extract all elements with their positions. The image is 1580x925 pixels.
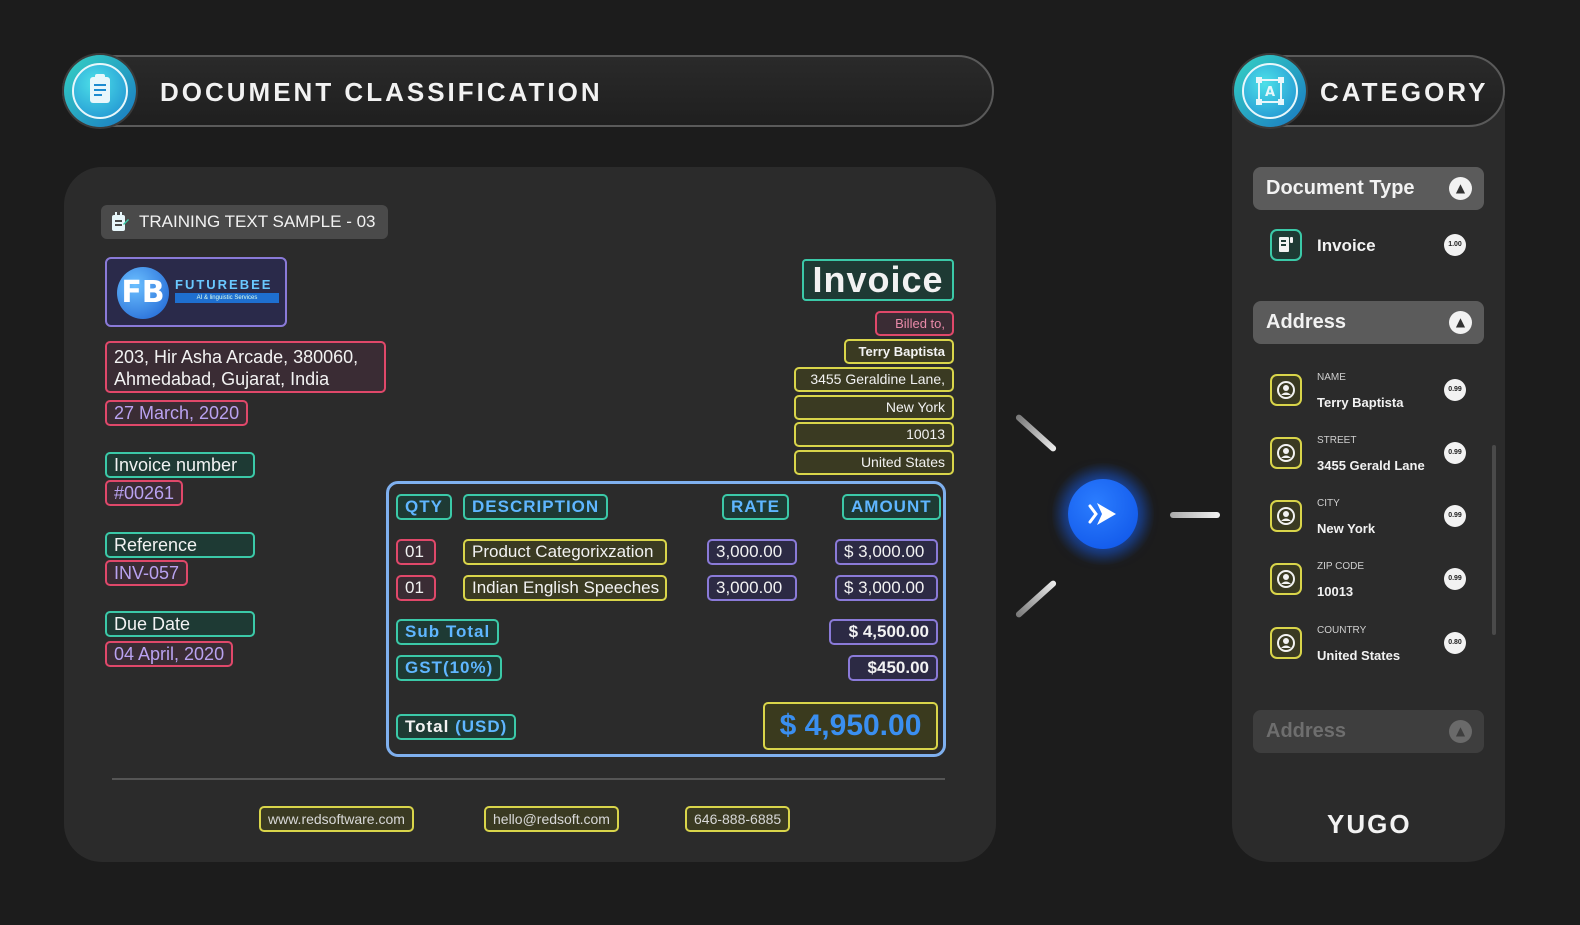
row-amount: $ 3,000.00: [835, 575, 938, 601]
user-icon: [1270, 374, 1302, 406]
brand-logo: YUGO: [1327, 809, 1412, 839]
logo-tagline: AI & linguistic Services: [175, 293, 279, 303]
confidence-score: 1.00: [1444, 234, 1466, 256]
billed-street: 3455 Geraldine Lane,: [794, 367, 954, 392]
table-header-qty: QTY: [396, 494, 452, 520]
sender-address-line2: Ahmedabad, Gujarat, India: [114, 369, 330, 389]
connector-line: [1170, 512, 1220, 518]
invoice-date: 27 March, 2020: [105, 400, 249, 426]
billed-zip: 10013: [794, 422, 954, 447]
category-title: CATEGORY: [1320, 77, 1489, 107]
subtotal-value: $ 4,500.00: [829, 619, 938, 645]
invoice-table: QTY DESCRIPTION RATE AMOUNT 01 Product C…: [386, 481, 946, 757]
total-text: Total: [405, 717, 450, 736]
due-date-value: 04 April, 2020: [105, 641, 234, 667]
due-date-label: Due Date: [105, 611, 255, 637]
total-currency: (USD): [455, 717, 508, 736]
chevron-up-icon[interactable]: ▲: [1449, 311, 1472, 334]
address-title: Address: [1266, 311, 1347, 333]
chevron-up-icon[interactable]: ▲: [1449, 177, 1472, 200]
row-qty: 01: [396, 539, 436, 565]
address-collapsed-title: Address: [1266, 720, 1347, 742]
clipboard-icon: [64, 55, 136, 127]
confidence-score: 0.99: [1444, 505, 1466, 527]
total-label: Total (USD): [396, 714, 517, 740]
user-icon: [1270, 627, 1302, 659]
table-header-description: DESCRIPTION: [463, 494, 609, 520]
invoice-number-label: Invoice number: [105, 452, 255, 478]
total-value: $ 4,950.00: [763, 702, 938, 750]
field-value: 10013: [1317, 584, 1354, 599]
invoice-title: Invoice: [802, 259, 954, 301]
sample-label: TRAINING TEXT SAMPLE - 03: [139, 212, 376, 231]
row-rate: 3,000.00: [707, 575, 797, 601]
row-description: Product Categorixzation: [463, 539, 667, 565]
row-amount: $ 3,000.00: [835, 539, 938, 565]
play-icon[interactable]: [1068, 479, 1138, 549]
sample-tag: TRAINING TEXT SAMPLE - 03: [101, 205, 388, 239]
svg-text:A: A: [1265, 85, 1275, 100]
connector-line: [1014, 579, 1058, 619]
address-header-collapsed[interactable]: Address ▲: [1253, 710, 1484, 753]
confidence-score: 0.99: [1444, 379, 1466, 401]
logo-mark: FB: [117, 267, 169, 319]
chevron-up-icon[interactable]: ▲: [1449, 720, 1472, 743]
row-qty: 01: [396, 575, 436, 601]
footer-phone[interactable]: 646-888-6885: [685, 806, 791, 832]
connector-line: [1014, 413, 1058, 453]
billed-name: Terry Baptista: [844, 339, 954, 364]
document-type-value: Invoice: [1317, 236, 1376, 255]
invoice-number-value: #00261: [105, 480, 184, 506]
page-title: DOCUMENT CLASSIFICATION: [160, 77, 603, 107]
logo-name: FUTUREBEE: [175, 277, 273, 292]
row-rate: 3,000.00: [707, 539, 797, 565]
gst-label: GST(10%): [396, 655, 503, 681]
footer-website[interactable]: www.redsoftware.com: [259, 806, 414, 832]
confidence-score: 0.99: [1444, 442, 1466, 464]
field-value: 3455 Gerald Lane: [1317, 458, 1425, 473]
field-label: COUNTRY: [1317, 625, 1367, 636]
reference-value: INV-057: [105, 560, 189, 586]
document-type-header[interactable]: Document Type ▲: [1253, 167, 1484, 210]
field-value: United States: [1317, 648, 1401, 663]
field-value: New York: [1317, 521, 1376, 536]
footer-divider: [112, 778, 945, 780]
notepad-icon: [112, 212, 129, 231]
sender-address: 203, Hir Asha Arcade, 380060, Ahmedabad,…: [105, 341, 386, 393]
sender-address-line1: 203, Hir Asha Arcade, 380060,: [114, 347, 359, 367]
company-logo: FB FUTUREBEE AI & linguistic Services: [105, 257, 287, 327]
user-icon: [1270, 500, 1302, 532]
footer-email[interactable]: hello@redsoft.com: [484, 806, 619, 832]
field-label: STREET: [1317, 435, 1357, 446]
document-panel: TRAINING TEXT SAMPLE - 03 FB FUTUREBEE A…: [64, 167, 996, 862]
field-label: ZIP CODE: [1317, 561, 1365, 572]
table-header-amount: AMOUNT: [842, 494, 941, 520]
billed-city: New York: [794, 395, 954, 420]
billed-to-label: Billed to,: [875, 311, 954, 336]
document-icon: [1270, 229, 1302, 261]
category-header: A CATEGORY: [1232, 55, 1505, 127]
reference-label: Reference: [105, 532, 255, 558]
row-description: Indian English Speeches: [463, 575, 667, 601]
document-classification-header: DOCUMENT CLASSIFICATION: [62, 55, 994, 127]
document-type-title: Document Type: [1266, 177, 1415, 199]
scrollbar[interactable]: [1492, 445, 1496, 635]
confidence-score: 0.80: [1444, 632, 1466, 654]
address-header[interactable]: Address ▲: [1253, 301, 1484, 344]
gst-value: $450.00: [848, 655, 938, 681]
billed-country: United States: [794, 450, 954, 475]
user-icon: [1270, 437, 1302, 469]
field-label: CITY: [1317, 498, 1340, 509]
text-recognition-icon: A: [1234, 55, 1306, 127]
user-icon: [1270, 563, 1302, 595]
subtotal-label: Sub Total: [396, 619, 500, 645]
field-value: Terry Baptista: [1317, 395, 1404, 410]
field-label: NAME: [1317, 372, 1346, 383]
table-header-rate: RATE: [722, 494, 790, 520]
confidence-score: 0.99: [1444, 568, 1466, 590]
